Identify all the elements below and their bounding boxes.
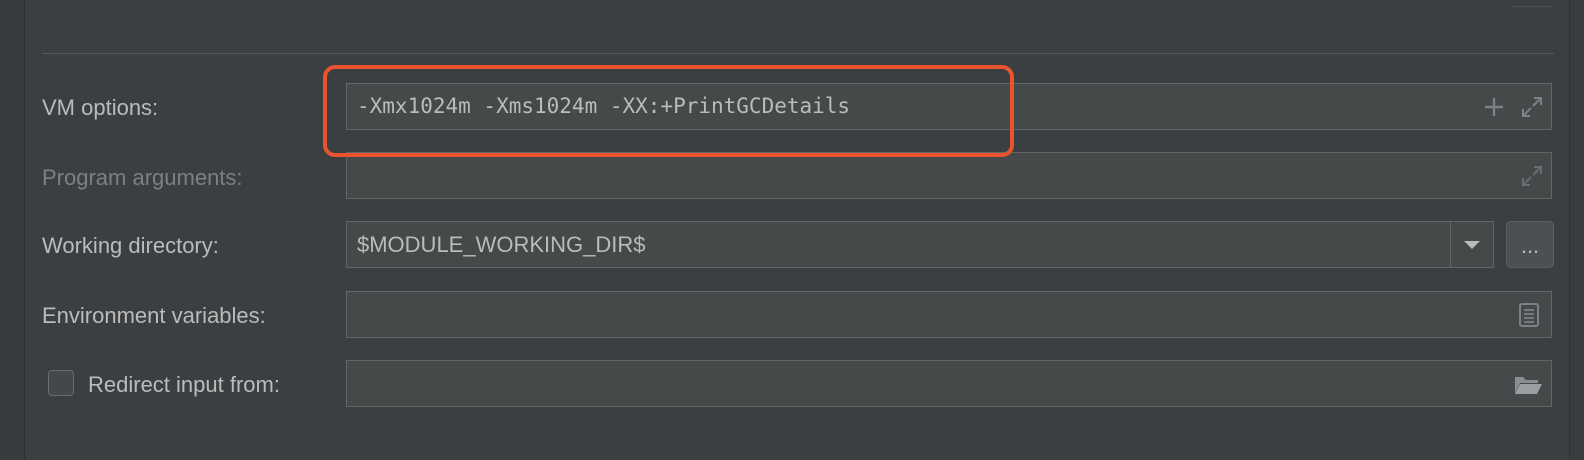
scrollbar-track[interactable] bbox=[1569, 0, 1584, 460]
dropdown-divider bbox=[1450, 222, 1451, 267]
section-separator bbox=[42, 53, 1554, 54]
chevron-down-icon[interactable] bbox=[1461, 238, 1483, 252]
left-panel-edge bbox=[0, 0, 25, 460]
vm-options-label: VM options: bbox=[42, 95, 159, 120]
program-arguments-label: Program arguments: bbox=[42, 165, 243, 190]
top-right-control-edge bbox=[1512, 0, 1552, 7]
browse-button[interactable]: ... bbox=[1506, 221, 1554, 268]
program-arguments-field[interactable] bbox=[346, 152, 1552, 199]
plus-icon[interactable] bbox=[1483, 96, 1505, 118]
folder-icon[interactable] bbox=[1513, 373, 1543, 395]
environment-variables-field[interactable] bbox=[346, 291, 1552, 338]
highlight-box bbox=[323, 65, 1014, 157]
working-directory-value[interactable]: $MODULE_WORKING_DIR$ bbox=[357, 222, 646, 267]
environment-variables-label: Environment variables: bbox=[42, 303, 266, 328]
expand-icon[interactable] bbox=[1520, 95, 1544, 119]
redirect-input-field[interactable] bbox=[346, 360, 1552, 407]
redirect-input-checkbox[interactable] bbox=[48, 370, 74, 396]
working-directory-combobox[interactable]: $MODULE_WORKING_DIR$ bbox=[346, 221, 1494, 268]
working-directory-label: Working directory: bbox=[42, 233, 219, 258]
expand-icon[interactable] bbox=[1520, 164, 1544, 188]
redirect-input-label[interactable]: Redirect input from: bbox=[88, 372, 280, 398]
document-icon[interactable] bbox=[1517, 302, 1541, 328]
